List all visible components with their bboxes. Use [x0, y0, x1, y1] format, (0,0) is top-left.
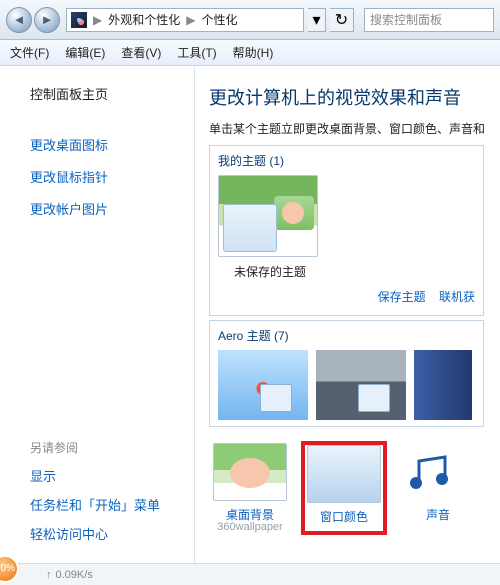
personalization-options: 桌面背景 360wallpaper 窗口颜色 声音 — [209, 443, 500, 533]
main-content: 更改计算机上的视觉效果和声音 单击某个主题立即更改桌面背景、窗口颜色、声音和 我… — [195, 66, 500, 563]
group-actions: 保存主题 联机获 — [218, 288, 475, 305]
search-input[interactable]: 搜索控制面板 — [364, 8, 494, 32]
refresh-icon: ↻ — [335, 10, 348, 30]
option-window-color[interactable]: 窗口颜色 — [303, 443, 385, 533]
option-sounds[interactable]: 声音 — [397, 443, 479, 533]
get-online-themes-link[interactable]: 联机获 — [439, 290, 475, 304]
aero-theme-row — [218, 350, 475, 426]
opt-label: 声音 — [397, 506, 479, 523]
aero-theme-characters[interactable] — [414, 350, 472, 420]
menu-view[interactable]: 查看(V) — [121, 44, 161, 61]
group-my-themes: 我的主题 (1) 未保存的主题 保存主题 联机获 — [209, 145, 484, 316]
see-also-ease-of-access[interactable]: 轻松访问中心 — [30, 524, 194, 543]
see-also-taskbar[interactable]: 任务栏和「开始」菜单 — [30, 495, 194, 514]
option-desktop-background[interactable]: 桌面背景 — [209, 443, 291, 523]
sidebar-link-desktop-icons[interactable]: 更改桌面图标 — [30, 135, 194, 154]
menu-bar: 文件(F) 编辑(E) 查看(V) 工具(T) 帮助(H) — [0, 40, 500, 66]
chevron-down-icon: ▾ — [312, 10, 320, 30]
menu-file[interactable]: 文件(F) — [10, 44, 49, 61]
theme-label: 未保存的主题 — [218, 263, 322, 280]
aero-theme-windows7[interactable] — [218, 350, 308, 420]
group-my-themes-title: 我的主题 (1) — [218, 152, 475, 169]
control-panel-icon — [71, 12, 87, 28]
menu-tools[interactable]: 工具(T) — [177, 44, 216, 61]
address-dropdown[interactable]: ▾ — [308, 8, 326, 32]
see-also-display[interactable]: 显示 — [30, 466, 194, 485]
window-color-icon — [307, 445, 381, 503]
group-aero-themes: Aero 主题 (7) — [209, 320, 484, 427]
group-aero-themes-title: Aero 主题 (7) — [218, 327, 475, 344]
speed-value: 0.09K/s — [56, 569, 93, 581]
sidebar-see-also: 另请参阅 显示 任务栏和「开始」菜单 轻松访问中心 — [30, 439, 194, 563]
wallpaper-preview-icon — [274, 196, 314, 230]
theme-unsaved[interactable]: 未保存的主题 — [218, 175, 322, 280]
address-bar[interactable]: ▶ 外观和个性化 ▶ 个性化 — [66, 8, 304, 32]
menu-help[interactable]: 帮助(H) — [233, 44, 274, 61]
desktop-bg-icon — [213, 443, 287, 501]
theme-thumbnail — [218, 175, 318, 257]
breadcrumb-part-2[interactable]: 个性化 — [201, 11, 237, 28]
status-bar: 70% ↑ 0.09K/s — [0, 563, 500, 585]
body: 控制面板主页 更改桌面图标 更改鼠标指针 更改帐户图片 另请参阅 显示 任务栏和… — [0, 66, 500, 563]
search-placeholder: 搜索控制面板 — [370, 11, 442, 28]
nav-buttons: ◄ ► — [6, 7, 62, 33]
desktop-bg-subtitle: 360wallpaper — [209, 521, 291, 533]
breadcrumb-sep-icon: ▶ — [93, 13, 102, 27]
menu-edit[interactable]: 编辑(E) — [65, 44, 105, 61]
sidebar-home[interactable]: 控制面板主页 — [30, 84, 194, 103]
window-preview-icon — [223, 204, 277, 252]
aero-theme-architecture[interactable] — [316, 350, 406, 420]
save-theme-link[interactable]: 保存主题 — [378, 290, 426, 304]
upload-arrow-icon: ↑ — [46, 569, 52, 581]
page-subtitle: 单击某个主题立即更改桌面背景、窗口颜色、声音和 — [209, 120, 500, 137]
sidebar-link-account-picture[interactable]: 更改帐户图片 — [30, 199, 194, 218]
breadcrumb-part-1[interactable]: 外观和个性化 — [108, 11, 180, 28]
back-button[interactable]: ◄ — [6, 7, 32, 33]
network-speed: ↑ 0.09K/s — [46, 569, 93, 581]
sidebar: 控制面板主页 更改桌面图标 更改鼠标指针 更改帐户图片 另请参阅 显示 任务栏和… — [0, 66, 195, 563]
refresh-button[interactable]: ↻ — [330, 8, 354, 32]
see-also-heading: 另请参阅 — [30, 439, 194, 456]
breadcrumb-sep-icon: ▶ — [186, 13, 195, 27]
nav-bar: ◄ ► ▶ 外观和个性化 ▶ 个性化 ▾ ↻ 搜索控制面板 — [0, 0, 500, 40]
opt-label: 窗口颜色 — [305, 508, 383, 525]
page-title: 更改计算机上的视觉效果和声音 — [209, 84, 500, 110]
sidebar-top: 控制面板主页 更改桌面图标 更改鼠标指针 更改帐户图片 — [30, 84, 194, 218]
forward-button[interactable]: ► — [34, 7, 60, 33]
sidebar-link-mouse-pointers[interactable]: 更改鼠标指针 — [30, 167, 194, 186]
sound-icon — [401, 443, 475, 501]
